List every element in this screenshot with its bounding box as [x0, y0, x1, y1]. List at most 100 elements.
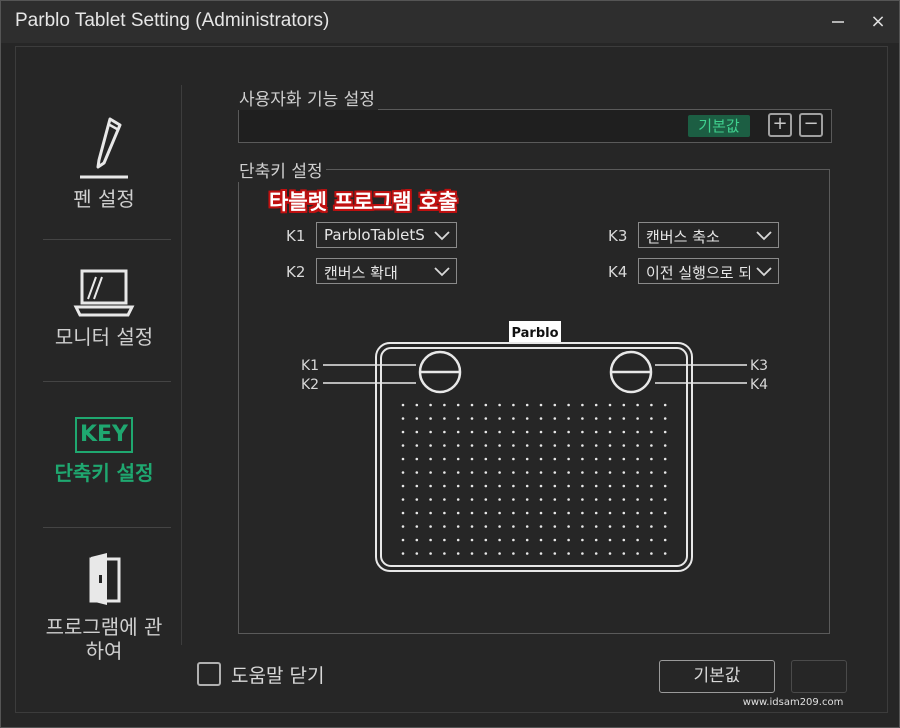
- dot: [608, 471, 612, 474]
- sidebar-item-monitor[interactable]: 모니터 설정: [29, 265, 179, 349]
- dot: [622, 484, 626, 488]
- dot: [650, 498, 653, 501]
- dot: [512, 552, 515, 555]
- dot: [622, 525, 626, 528]
- dot: [401, 403, 405, 407]
- dot: [498, 498, 501, 501]
- dot: [429, 552, 432, 555]
- dot: [636, 511, 639, 515]
- dot: [470, 444, 474, 447]
- sidebar-item-pen[interactable]: 펜 설정: [29, 115, 179, 211]
- dot: [470, 484, 474, 488]
- dot: [525, 457, 529, 461]
- dot: [594, 417, 598, 420]
- dot: [622, 430, 626, 434]
- dot: [663, 471, 667, 474]
- k2-select[interactable]: 캔버스 확대: [316, 258, 457, 284]
- dot: [525, 538, 529, 542]
- dot: [636, 444, 639, 447]
- title-bar: Parblo Tablet Setting (Administrators) ×: [1, 1, 899, 43]
- dot: [401, 538, 405, 542]
- dot: [539, 484, 543, 488]
- minimize-button[interactable]: [823, 9, 853, 35]
- dot: [594, 403, 598, 407]
- dot: [443, 498, 446, 501]
- dot: [525, 498, 529, 501]
- dot: [553, 471, 557, 474]
- dot: [415, 430, 419, 434]
- k4-select[interactable]: 이전 실행으로 되: [638, 258, 779, 284]
- add-button[interactable]: +: [768, 113, 792, 137]
- k4-select-value: 이전 실행으로 되: [646, 264, 750, 282]
- default-chip[interactable]: 기본값: [688, 115, 750, 137]
- dot: [470, 457, 474, 461]
- sidebar-item-shortcut[interactable]: KEY 단축키 설정: [29, 417, 179, 485]
- dot: [484, 525, 488, 528]
- dot: [650, 538, 653, 542]
- dot: [594, 444, 598, 447]
- diagram-k2-label: K2: [301, 377, 319, 393]
- dot: [415, 417, 419, 420]
- dot: [663, 444, 667, 447]
- dot: [636, 471, 639, 474]
- dot: [539, 552, 543, 555]
- dot: [512, 498, 515, 501]
- door-icon: [89, 553, 121, 605]
- dot: [608, 525, 612, 528]
- dot: [636, 498, 639, 501]
- dot: [539, 403, 543, 407]
- dot: [429, 430, 432, 434]
- close-button[interactable]: ×: [863, 9, 893, 35]
- dot: [553, 484, 557, 488]
- dot: [622, 471, 626, 474]
- dot: [498, 457, 501, 461]
- k3-select[interactable]: 캔버스 축소: [638, 222, 779, 248]
- dot: [581, 430, 584, 434]
- sidebar-item-about[interactable]: 프로그램에 관 하여: [29, 551, 179, 663]
- dot: [553, 511, 557, 515]
- dot: [498, 471, 501, 474]
- dot: [650, 552, 653, 555]
- dot: [567, 403, 570, 407]
- pen-icon: [80, 117, 128, 179]
- tablet-diagram: Parblo K1 K2 K3 K4: [301, 321, 768, 572]
- dot: [650, 403, 653, 407]
- dot: [581, 552, 584, 555]
- dot: [553, 498, 557, 501]
- dot: [608, 552, 612, 555]
- dot: [525, 417, 529, 420]
- dot: [498, 525, 501, 528]
- dot: [429, 498, 432, 501]
- dot: [415, 471, 419, 474]
- dot: [594, 498, 598, 501]
- dot: [622, 511, 626, 515]
- dot: [470, 525, 474, 528]
- brand-logo: Parblo: [511, 326, 558, 341]
- dot: [650, 471, 653, 474]
- dot: [429, 457, 432, 461]
- k3-label: K3: [608, 227, 628, 245]
- dot: [484, 471, 488, 474]
- dot: [484, 444, 488, 447]
- dot: [539, 511, 543, 515]
- dot: [401, 444, 405, 447]
- dot: [594, 430, 598, 434]
- dot: [594, 538, 598, 542]
- dot: [470, 403, 474, 407]
- remove-button[interactable]: −: [799, 113, 823, 137]
- dot: [636, 457, 639, 461]
- diagram-k1-label: K1: [301, 358, 319, 374]
- dot: [484, 403, 488, 407]
- dot: [512, 484, 515, 488]
- dot: [608, 444, 612, 447]
- dot: [498, 403, 501, 407]
- dot: [401, 417, 405, 420]
- dot: [484, 457, 488, 461]
- dot: [567, 498, 570, 501]
- dot: [443, 457, 446, 461]
- k1-select[interactable]: ParbloTabletS: [316, 222, 457, 248]
- watermark-url: www.idsam209.com: [743, 697, 844, 708]
- close-help-checkbox[interactable]: [197, 662, 221, 686]
- dot: [415, 552, 419, 555]
- custom-function-group-label: 사용자화 기능 설정: [236, 85, 378, 110]
